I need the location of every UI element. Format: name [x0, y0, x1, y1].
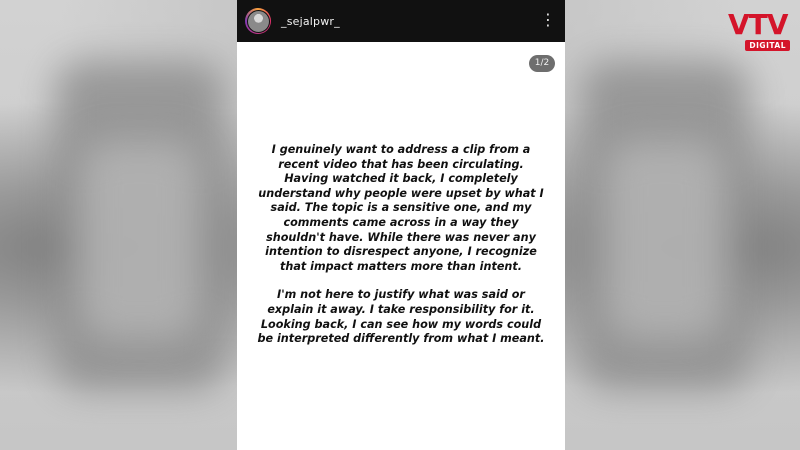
- background-blur-right-light: [605, 140, 725, 340]
- username[interactable]: _sejalpwr_: [281, 15, 340, 28]
- story-header: _sejalpwr_ ⋮: [237, 0, 565, 42]
- instagram-story: _sejalpwr_ ⋮ 1/2 I genuinely want to add…: [237, 0, 565, 450]
- story-text: I genuinely want to address a clip from …: [257, 143, 545, 361]
- background-blur-left-light: [80, 140, 200, 340]
- avatar[interactable]: [245, 8, 271, 34]
- logo-sub: DIGITAL: [745, 40, 790, 51]
- more-dots-icon[interactable]: ⋮: [540, 12, 556, 28]
- logo-brand: VTV: [728, 8, 788, 41]
- story-paragraph-1: I genuinely want to address a clip from …: [258, 143, 544, 273]
- avatar-image: [246, 9, 270, 33]
- vtv-digital-logo: VTV DIGITAL: [728, 10, 790, 54]
- story-paragraph-2: I'm not here to justify what was said or…: [257, 288, 545, 346]
- slide-counter-badge: 1/2: [529, 55, 555, 72]
